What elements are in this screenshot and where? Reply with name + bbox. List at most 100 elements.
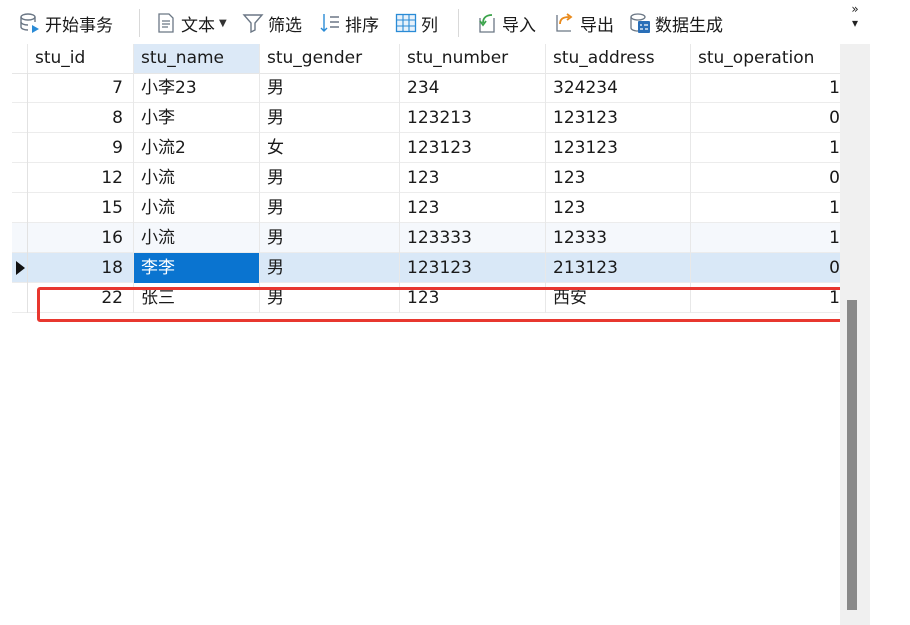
cell-stu-id[interactable]: 9 (28, 133, 134, 163)
cell-stu-number[interactable]: 234 (400, 73, 546, 103)
highlight-annotation (37, 287, 856, 322)
cell-stu-address[interactable]: 123123 (546, 133, 691, 163)
cell-stu-number[interactable]: 123123 (400, 253, 546, 283)
data-generate-button[interactable]: 数据生成 (629, 10, 723, 36)
overflow-chevron-icon[interactable]: » (846, 2, 864, 16)
cell-stu-address[interactable]: 12333 (546, 223, 691, 253)
row-header[interactable] (12, 73, 28, 103)
table-row[interactable]: 8 小李男 123213 123123 0 (12, 103, 840, 133)
cell-stu-gender[interactable]: 男 (260, 193, 400, 223)
row-header-corner (12, 44, 28, 73)
filter-label: 筛选 (268, 15, 302, 36)
text-view-button[interactable]: 文本 ▼ (155, 10, 227, 36)
begin-transaction-label: 开始事务 (45, 15, 113, 36)
cell-stu-address[interactable]: 123 (546, 193, 691, 223)
cell-stu-gender[interactable]: 男 (260, 73, 400, 103)
cell-stu-operation[interactable]: 1 (691, 223, 840, 253)
export-icon (556, 13, 573, 32)
toolbar-divider (139, 9, 140, 37)
row-header[interactable] (12, 103, 28, 133)
table-row[interactable]: 9 小流2 女 123123 123123 1 (12, 133, 840, 163)
row-header[interactable] (12, 223, 28, 253)
chevron-down-icon[interactable]: ▼ (219, 18, 227, 29)
import-label: 导入 (502, 15, 536, 36)
cell-stu-id[interactable]: 18 (28, 253, 134, 283)
column-header-stu-number[interactable]: stu_number (400, 44, 546, 73)
cell-stu-operation[interactable]: 0 (691, 103, 840, 133)
columns-grid-icon (395, 13, 417, 33)
text-view-label: 文本 (181, 15, 215, 36)
column-header-stu-id[interactable]: stu_id (28, 44, 134, 73)
import-button[interactable]: 导入 (476, 10, 536, 36)
row-header[interactable] (12, 163, 28, 193)
import-icon (479, 14, 495, 33)
cell-stu-operation[interactable]: 0 (691, 163, 840, 193)
cell-stu-gender[interactable]: 男 (260, 223, 400, 253)
data-generate-label: 数据生成 (655, 15, 723, 36)
cell-stu-id[interactable]: 12 (28, 163, 134, 193)
filter-button[interactable]: 筛选 (242, 10, 302, 36)
cell-stu-name[interactable]: 小流 (134, 223, 260, 253)
cell-stu-number[interactable]: 123333 (400, 223, 546, 253)
toolbar: 开始事务 文本 ▼ 筛选 排序 列 导入 导出 数据生成 » ▾ (0, 0, 870, 44)
cell-stu-id[interactable]: 8 (28, 103, 134, 133)
columns-button[interactable]: 列 (395, 10, 438, 36)
cell-stu-address[interactable]: 324234 (546, 73, 691, 103)
table-row[interactable]: 18 李李男 123123 213123 0 (12, 253, 840, 283)
cell-stu-gender[interactable]: 男 (260, 253, 400, 283)
row-header[interactable] (12, 193, 28, 223)
cell-stu-number[interactable]: 123213 (400, 103, 546, 133)
filter-funnel-icon (242, 14, 264, 34)
row-header[interactable] (12, 253, 28, 283)
column-header-stu-name[interactable]: stu_name (134, 44, 260, 73)
cell-stu-name[interactable]: 李李 (134, 253, 260, 283)
cell-stu-name[interactable]: 小流 (134, 163, 260, 193)
table-row[interactable]: 16 小流男 123333 12333 1 (12, 223, 840, 253)
text-doc-icon (158, 13, 174, 33)
export-label: 导出 (580, 15, 614, 36)
begin-transaction-button[interactable]: 开始事务 (19, 10, 113, 36)
cell-stu-gender[interactable]: 女 (260, 133, 400, 163)
cell-stu-gender[interactable]: 男 (260, 163, 400, 193)
cell-stu-name[interactable]: 小李23 (134, 73, 260, 103)
cell-stu-operation[interactable]: 1 (691, 73, 840, 103)
toolbar-divider (458, 9, 459, 37)
table-row[interactable]: 15 小流男 123 123 1 (12, 193, 840, 223)
sort-button[interactable]: 排序 (319, 10, 379, 36)
cell-stu-number[interactable]: 123123 (400, 133, 546, 163)
data-grid: stu_id stu_name stu_gender stu_number st… (12, 44, 840, 625)
cell-stu-operation[interactable]: 0 (691, 253, 840, 283)
column-header-stu-address[interactable]: stu_address (546, 44, 691, 73)
database-transaction-icon (20, 13, 39, 33)
cell-stu-name[interactable]: 小流 (134, 193, 260, 223)
scrollbar-thumb[interactable] (847, 300, 857, 610)
sort-label: 排序 (345, 15, 379, 36)
cell-stu-number[interactable]: 123 (400, 193, 546, 223)
cell-stu-id[interactable]: 16 (28, 223, 134, 253)
toolbar-overflow[interactable]: » ▾ (846, 2, 864, 42)
cell-stu-operation[interactable]: 1 (691, 193, 840, 223)
column-header-stu-gender[interactable]: stu_gender (260, 44, 400, 73)
sort-icon (320, 14, 339, 32)
data-generate-icon (630, 13, 650, 33)
table-row[interactable]: 12 小流男 123 123 0 (12, 163, 840, 193)
current-row-arrow-icon (16, 261, 25, 275)
cell-stu-address[interactable]: 213123 (546, 253, 691, 283)
cell-stu-id[interactable]: 7 (28, 73, 134, 103)
column-header-stu-operation[interactable]: stu_operation (691, 44, 840, 73)
row-header[interactable] (12, 283, 28, 313)
cell-stu-id[interactable]: 15 (28, 193, 134, 223)
cell-stu-address[interactable]: 123 (546, 163, 691, 193)
cell-stu-address[interactable]: 123123 (546, 103, 691, 133)
row-header[interactable] (12, 133, 28, 163)
overflow-dropdown-icon[interactable]: ▾ (846, 16, 864, 30)
cell-stu-number[interactable]: 123 (400, 163, 546, 193)
table-row[interactable]: 7 小李23 男 234 324234 1 (12, 73, 840, 103)
grid-header: stu_id stu_name stu_gender stu_number st… (12, 44, 840, 74)
columns-label: 列 (421, 15, 438, 36)
cell-stu-name[interactable]: 小流2 (134, 133, 260, 163)
cell-stu-operation[interactable]: 1 (691, 133, 840, 163)
export-button[interactable]: 导出 (554, 10, 614, 36)
cell-stu-gender[interactable]: 男 (260, 103, 400, 133)
cell-stu-name[interactable]: 小李 (134, 103, 260, 133)
